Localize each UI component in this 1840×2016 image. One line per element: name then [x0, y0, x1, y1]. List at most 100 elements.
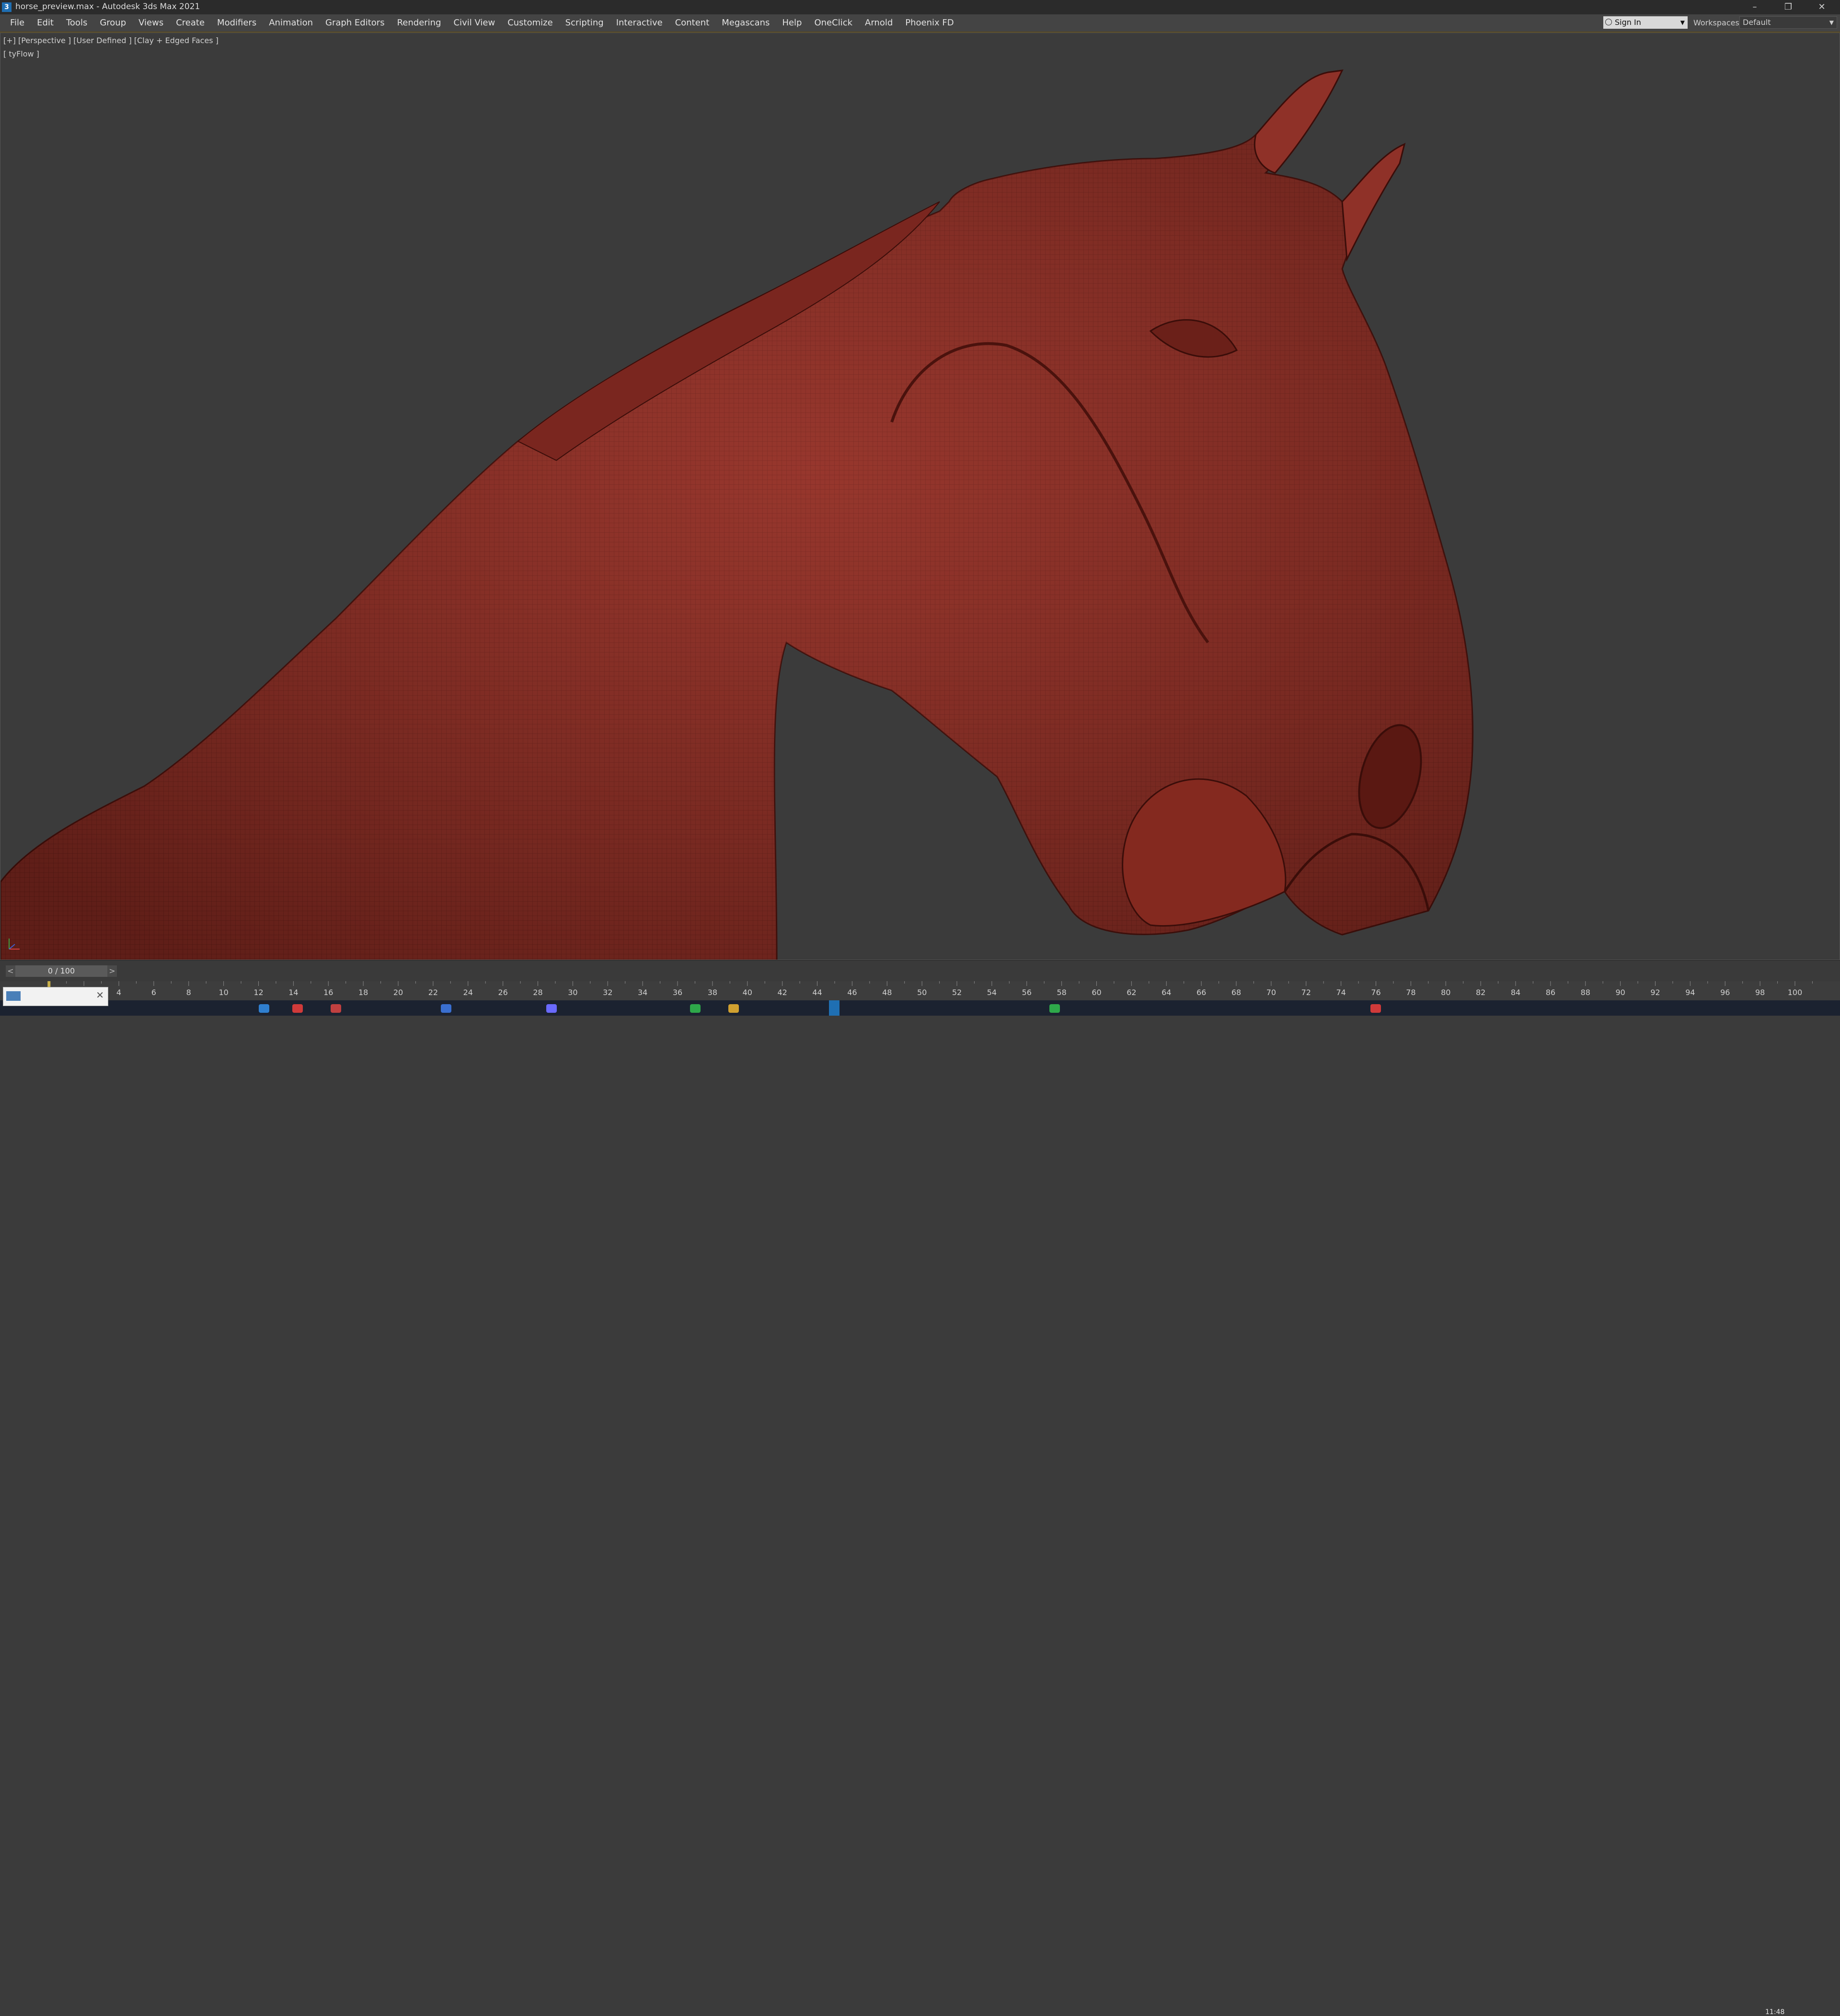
taskbar-app-icon[interactable]	[546, 1004, 557, 1013]
menu-tools[interactable]: Tools	[60, 14, 93, 32]
track-bar[interactable]: 4 6 8 10 12 14 16 18 20 22 24 26 28 30 32 34 36 38 40 42 44 4…	[0, 981, 1840, 1000]
ruler-tick-label: 66	[1196, 988, 1207, 997]
menu-customize[interactable]: Customize	[501, 14, 559, 32]
chevron-down-icon: ▼	[1829, 19, 1834, 26]
ruler-tick-label: 8	[186, 988, 191, 997]
menu-interactive[interactable]: Interactive	[610, 14, 669, 32]
ruler-tick-label: 34	[637, 988, 648, 997]
menu-megascans[interactable]: Megascans	[715, 14, 776, 32]
time-slider-thumb[interactable]: 0 / 100	[15, 965, 107, 977]
ruler-tick-label: 52	[952, 988, 962, 997]
ruler-tick-label: 24	[463, 988, 473, 997]
viewport-label-menu[interactable]: [+] [Perspective ] [User Defined ] [Clay…	[3, 36, 218, 45]
close-icon[interactable]: ✕	[96, 989, 104, 1001]
ruler-tick-label: 6	[151, 988, 156, 997]
ruler-tick-label: 32	[603, 988, 613, 997]
close-button[interactable]: ✕	[1807, 0, 1836, 14]
prev-frame-button[interactable]: <	[6, 965, 15, 977]
ruler-tick-label: 98	[1755, 988, 1765, 997]
menu-file[interactable]: File	[4, 14, 31, 32]
perspective-viewport[interactable]: [+] [Perspective ] [User Defined ] [Clay…	[0, 33, 1840, 960]
sign-in-dropdown[interactable]: Sign In ▼	[1603, 16, 1688, 29]
ruler-tick-label: 70	[1266, 988, 1276, 997]
taskbar-app-icon[interactable]	[1049, 1004, 1060, 1013]
ruler-tick-label: 92	[1650, 988, 1660, 997]
taskbar-app-icon[interactable]	[1370, 1004, 1381, 1013]
taskbar-app-icon[interactable]	[331, 1004, 341, 1013]
ruler-tick-label: 40	[742, 988, 752, 997]
ruler-tick-label: 10	[218, 988, 229, 997]
ruler-tick-label: 76	[1371, 988, 1381, 997]
window-title: horse_preview.max - Autodesk 3ds Max 202…	[15, 2, 200, 11]
menu-civil-view[interactable]: Civil View	[448, 14, 502, 32]
menu-edit[interactable]: Edit	[31, 14, 60, 32]
ruler-tick-label: 48	[882, 988, 892, 997]
ruler-tick-label: 36	[672, 988, 683, 997]
title-bar: 3 horse_preview.max - Autodesk 3ds Max 2…	[0, 0, 1840, 14]
windows-taskbar: 11:48	[0, 1000, 1840, 2016]
ruler-tick-label: 88	[1580, 988, 1590, 997]
menu-help[interactable]: Help	[776, 14, 808, 32]
user-icon	[1605, 19, 1612, 25]
ruler-tick-label: 58	[1057, 988, 1067, 997]
ruler-tick-label: 12	[253, 988, 264, 997]
taskbar-app-icon[interactable]	[259, 1004, 269, 1013]
next-frame-button[interactable]: >	[107, 965, 117, 977]
axis-gizmo-icon	[9, 939, 20, 950]
ruler-tick-label: 18	[358, 988, 368, 997]
ruler-tick-label: 94	[1685, 988, 1695, 997]
ruler-tick-label: 72	[1301, 988, 1311, 997]
ruler-tick-label: 68	[1231, 988, 1242, 997]
taskbar-app-icon[interactable]	[728, 1004, 739, 1013]
menu-arnold[interactable]: Arnold	[859, 14, 899, 32]
ruler-tick-label: 86	[1545, 988, 1556, 997]
restore-button[interactable]: ❐	[1774, 0, 1803, 14]
horse-ear-left	[1254, 69, 1344, 174]
ruler-tick-label: 38	[707, 988, 718, 997]
ruler-tick-label: 28	[533, 988, 543, 997]
minimize-button[interactable]: –	[1740, 0, 1769, 14]
menu-create[interactable]: Create	[170, 14, 211, 32]
horse-ear-right	[1341, 143, 1406, 262]
menu-oneclick[interactable]: OneClick	[808, 14, 859, 32]
taskbar-app-icon[interactable]	[441, 1004, 451, 1013]
ruler-tick-label: 74	[1336, 988, 1346, 997]
ruler-tick-label: 14	[288, 988, 299, 997]
workspace-select[interactable]: Default ▼	[1739, 16, 1837, 29]
taskbar-app-icon[interactable]	[292, 1004, 303, 1013]
menu-animation[interactable]: Animation	[263, 14, 319, 32]
time-slider[interactable]: < 0 / 100 >	[0, 960, 1840, 982]
ruler-tick-label: 60	[1092, 988, 1102, 997]
horse-head-model[interactable]	[0, 33, 1840, 960]
main-menu: File Edit Tools Group Views Create Modif…	[4, 14, 960, 32]
ruler-tick-label: 26	[498, 988, 508, 997]
ruler-tick-label: 22	[428, 988, 438, 997]
workspaces-label: Workspaces:	[1693, 18, 1742, 27]
menu-scripting[interactable]: Scripting	[559, 14, 610, 32]
menu-rendering[interactable]: Rendering	[391, 14, 448, 32]
menu-group[interactable]: Group	[93, 14, 132, 32]
ruler-tick-label: 90	[1615, 988, 1625, 997]
ruler-tick-label: 44	[812, 988, 822, 997]
ruler-tick-label: 82	[1475, 988, 1486, 997]
taskbar-app-icon[interactable]	[690, 1004, 701, 1013]
menu-graph-editors[interactable]: Graph Editors	[319, 14, 391, 32]
taskbar-3dsmax-icon[interactable]	[829, 1000, 840, 1016]
3dsmax-app-icon[interactable]: 3	[2, 2, 12, 12]
window-preview-icon	[6, 991, 21, 1001]
menu-phoenix-fd[interactable]: Phoenix FD	[899, 14, 960, 32]
taskbar-preview-thumbnail[interactable]: ✕	[3, 987, 108, 1006]
chevron-down-icon: ▼	[1680, 19, 1685, 26]
taskbar-clock[interactable]: 11:48	[1765, 2008, 1784, 2016]
ruler-tick-label: 16	[323, 988, 334, 997]
tyflow-label[interactable]: [ tyFlow ]	[3, 49, 39, 58]
ruler-tick-label: 96	[1720, 988, 1730, 997]
menu-content[interactable]: Content	[669, 14, 716, 32]
ruler-tick-label: 30	[568, 988, 578, 997]
ruler-tick-label: 4	[116, 988, 122, 997]
ruler-tick-label: 80	[1441, 988, 1451, 997]
ruler-tick-label: 84	[1510, 988, 1521, 997]
ruler-tick-label: 78	[1406, 988, 1416, 997]
menu-modifiers[interactable]: Modifiers	[211, 14, 263, 32]
menu-views[interactable]: Views	[132, 14, 170, 32]
